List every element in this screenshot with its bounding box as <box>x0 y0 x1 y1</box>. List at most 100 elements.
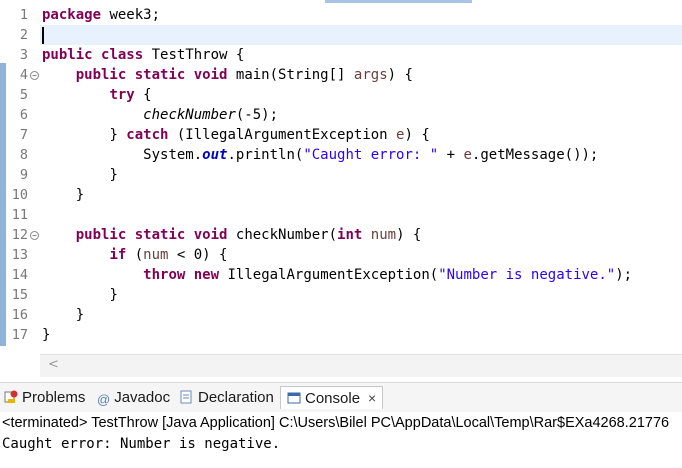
string-literal: "Number is negative." <box>438 267 616 283</box>
parameter: num <box>370 227 397 243</box>
keyword: catch <box>126 127 169 143</box>
code-text: + <box>438 147 464 163</box>
tab-javadoc[interactable]: @ Javadoc <box>97 387 170 409</box>
code-text: ) { <box>387 67 413 83</box>
code-line: 14 throw new IllegalArgumentException("N… <box>0 265 682 285</box>
keyword: void <box>193 227 228 243</box>
parameter: num <box>143 247 169 263</box>
code-text: } <box>75 187 85 203</box>
code-text: ( <box>126 247 144 263</box>
code-line: 12 − public static void checkNumber(int … <box>0 225 682 245</box>
line-number: 1 <box>19 7 28 23</box>
static-field: out <box>202 147 228 163</box>
keyword: public <box>42 47 93 63</box>
code-text: ) { <box>396 227 422 243</box>
keyword: void <box>193 67 228 83</box>
line-number: 12 <box>11 227 28 243</box>
code-text: .println( <box>227 147 304 163</box>
close-icon[interactable]: × <box>368 390 376 406</box>
tab-console[interactable]: Console × <box>280 386 384 409</box>
fold-collapse-icon[interactable]: − <box>30 71 39 80</box>
line-number: 13 <box>11 247 28 263</box>
code-text: checkNumber( <box>227 227 338 243</box>
code-text: (IllegalArgumentException <box>168 127 397 143</box>
line-number: 10 <box>11 187 28 203</box>
code-line: 15 } <box>0 285 682 305</box>
code-text: } <box>109 167 118 183</box>
line-number: 14 <box>11 267 28 283</box>
tab-problems[interactable]: Problems <box>4 387 85 409</box>
line-number: 7 <box>19 127 28 143</box>
code-line: 3 public class TestThrow { <box>0 45 682 65</box>
editor-top-highlight <box>325 0 472 3</box>
code-line: 1 package week3; <box>0 5 682 25</box>
keyword: new <box>193 267 220 283</box>
code-line: 16 } <box>0 305 682 325</box>
code-text: week3; <box>101 7 161 23</box>
code-line: 4 − public static void main(String[] arg… <box>0 65 682 85</box>
parameter: args <box>353 67 388 83</box>
code-text: ) { <box>404 127 430 143</box>
line-number: 16 <box>11 307 28 323</box>
code-text: .getMessage()); <box>471 147 599 163</box>
keyword: class <box>101 47 144 63</box>
code-text: { <box>134 87 152 103</box>
code-line: 6 checkNumber(-5); <box>0 105 682 125</box>
line-number: 6 <box>19 107 28 123</box>
code-line: 17 } <box>0 325 682 345</box>
keyword: if <box>109 247 127 263</box>
code-text: TestThrow { <box>143 47 245 63</box>
text-caret <box>42 27 44 44</box>
horizontal-scrollbar[interactable]: < <box>40 354 682 377</box>
console-output: Caught error: Number is negative. <box>2 436 281 452</box>
keyword: public <box>75 67 127 83</box>
code-text: } <box>109 287 118 303</box>
keyword: try <box>109 87 135 103</box>
code-line: 11 <box>0 205 682 225</box>
console-icon <box>287 392 301 404</box>
line-number: 8 <box>19 147 28 163</box>
console-status-line: <terminated> TestThrow [Java Application… <box>0 412 682 434</box>
tab-label: Console <box>305 390 361 407</box>
code-text: main(String[] <box>227 67 354 83</box>
line-number: 5 <box>19 87 28 103</box>
line-number: 17 <box>11 327 28 343</box>
line-number: 3 <box>19 47 28 63</box>
code-line: 9 } <box>0 165 682 185</box>
tab-label: Problems <box>22 389 86 406</box>
code-text: } <box>42 327 51 343</box>
keyword: static <box>134 227 186 243</box>
code-text: IllegalArgumentException( <box>219 267 439 283</box>
line-number: 9 <box>19 167 28 183</box>
code-text: } <box>109 127 127 143</box>
tab-label: Declaration <box>198 389 274 406</box>
code-editor[interactable]: 1 package week3; 2 3 public class TestTh… <box>0 0 682 352</box>
keyword: int <box>337 227 363 243</box>
code-line: 5 try { <box>0 85 682 105</box>
problems-icon <box>4 390 18 403</box>
declaration-icon <box>180 390 192 404</box>
code-text: System. <box>143 147 203 163</box>
tab-declaration[interactable]: Declaration <box>180 387 274 409</box>
line-number: 11 <box>11 207 28 223</box>
keyword: package <box>42 7 102 23</box>
code-line: 8 System.out.println("Caught error: " + … <box>0 145 682 165</box>
line-number: 15 <box>11 287 28 303</box>
code-text: ); <box>615 267 633 283</box>
keyword: public <box>75 227 127 243</box>
keyword: throw <box>143 267 186 283</box>
javadoc-icon: @ <box>97 392 111 407</box>
fold-collapse-icon[interactable]: − <box>30 231 39 240</box>
scroll-left-icon[interactable]: < <box>48 357 59 372</box>
parameter: e <box>463 147 472 163</box>
line-number: 4 <box>19 67 28 83</box>
code-line: 2 <box>0 25 682 45</box>
code-text: } <box>75 307 85 323</box>
code-line: 7 } catch (IllegalArgumentException e) { <box>0 125 682 145</box>
method-call: checkNumber <box>143 107 236 123</box>
code-text: (-5); <box>235 107 279 123</box>
line-number: 2 <box>19 27 28 43</box>
string-literal: "Caught error: " <box>303 147 439 163</box>
code-line: 13 if (num < 0) { <box>0 245 682 265</box>
